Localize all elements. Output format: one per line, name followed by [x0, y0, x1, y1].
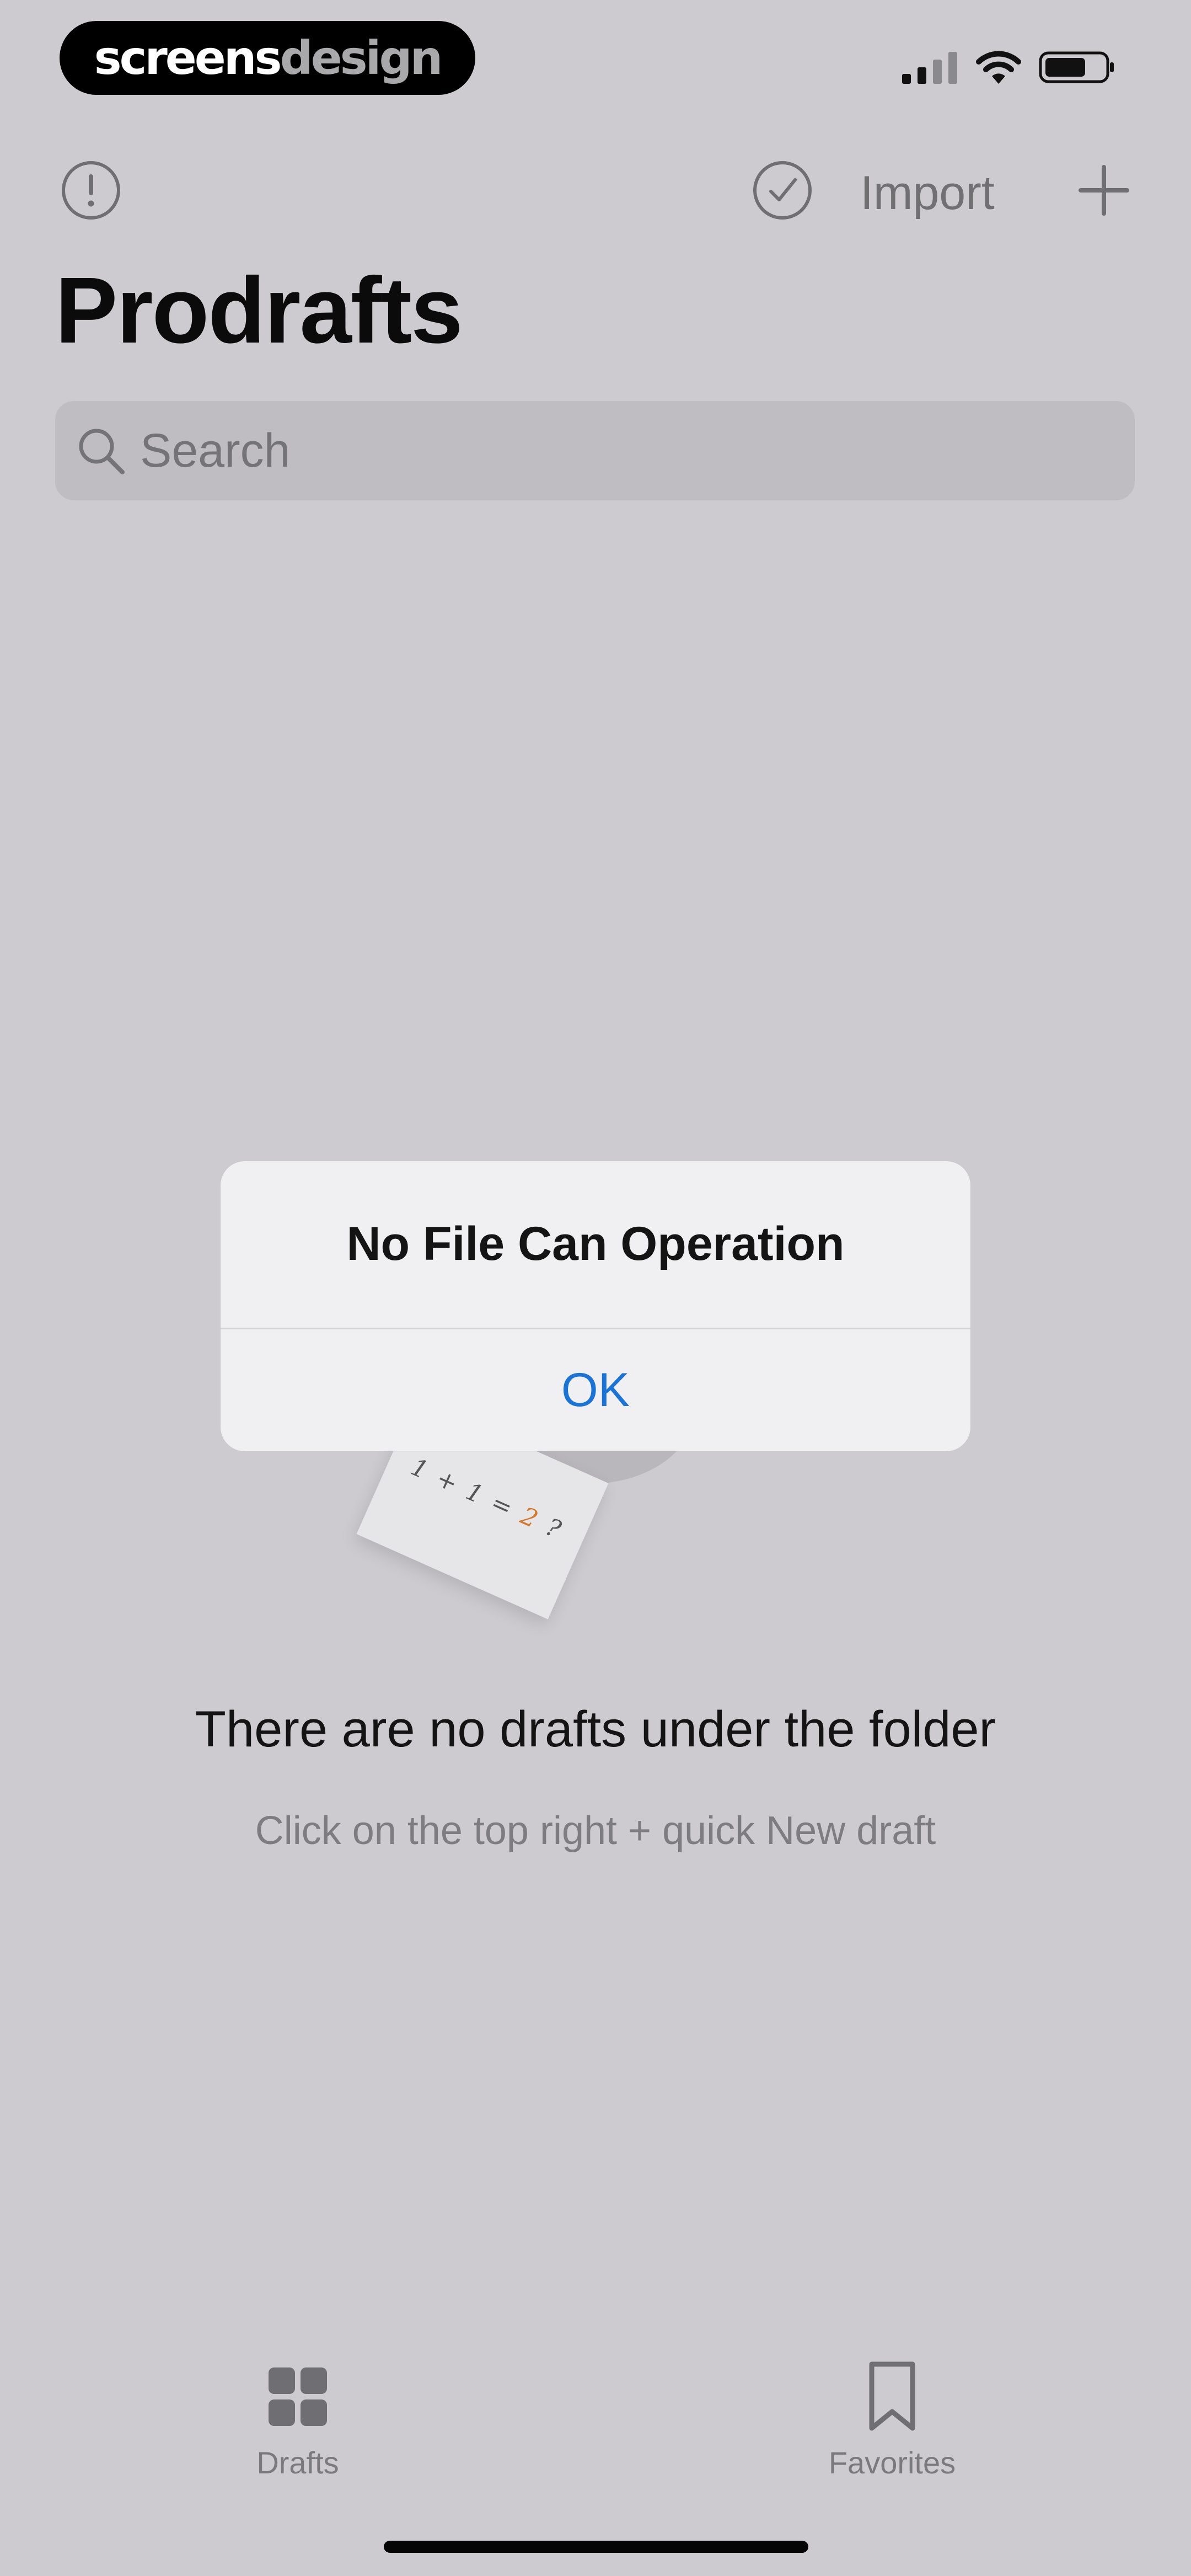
info-circle-icon [61, 160, 121, 223]
grid-icon [265, 2361, 331, 2433]
status-icons [901, 45, 1116, 89]
wifi-icon [975, 50, 1022, 85]
search-bar[interactable] [55, 401, 1135, 500]
formula-prefix: 1 + 1 = [406, 1452, 528, 1527]
tab-label-drafts: Drafts [256, 2445, 339, 2480]
alert-ok-button[interactable]: OK [221, 1329, 970, 1451]
brand-text-design: design [280, 31, 443, 85]
bookmark-icon [859, 2361, 925, 2433]
search-input[interactable] [140, 418, 1077, 484]
tab-favorites[interactable]: Favorites [782, 2361, 1002, 2482]
alert-dialog: No File Can Operation OK [221, 1161, 970, 1451]
plus-icon [1076, 163, 1131, 221]
brand-text-screens: screens [94, 31, 282, 85]
empty-state-subtitle: Click on the top right + quick New draft [255, 1809, 936, 1853]
empty-state-title: There are no drafts under the folder [195, 1701, 996, 1757]
battery-icon [1039, 50, 1116, 85]
cellular-signal-icon [901, 50, 958, 85]
home-indicator[interactable] [384, 2541, 808, 2553]
search-icon [76, 426, 126, 475]
import-button[interactable]: Import [860, 165, 995, 221]
checkmark-circle-icon [752, 160, 813, 223]
select-button[interactable] [751, 160, 814, 223]
brand-badge: screens design [60, 21, 475, 95]
add-draft-button[interactable] [1075, 163, 1133, 220]
info-button[interactable] [60, 160, 122, 223]
illustration-formula: 1 + 1 = 2 ? [407, 1452, 567, 1544]
page-title: Prodrafts [55, 258, 463, 363]
alert-title: No File Can Operation [346, 1217, 845, 1270]
tab-label-favorites: Favorites [828, 2445, 956, 2480]
tab-drafts[interactable]: Drafts [187, 2361, 408, 2482]
